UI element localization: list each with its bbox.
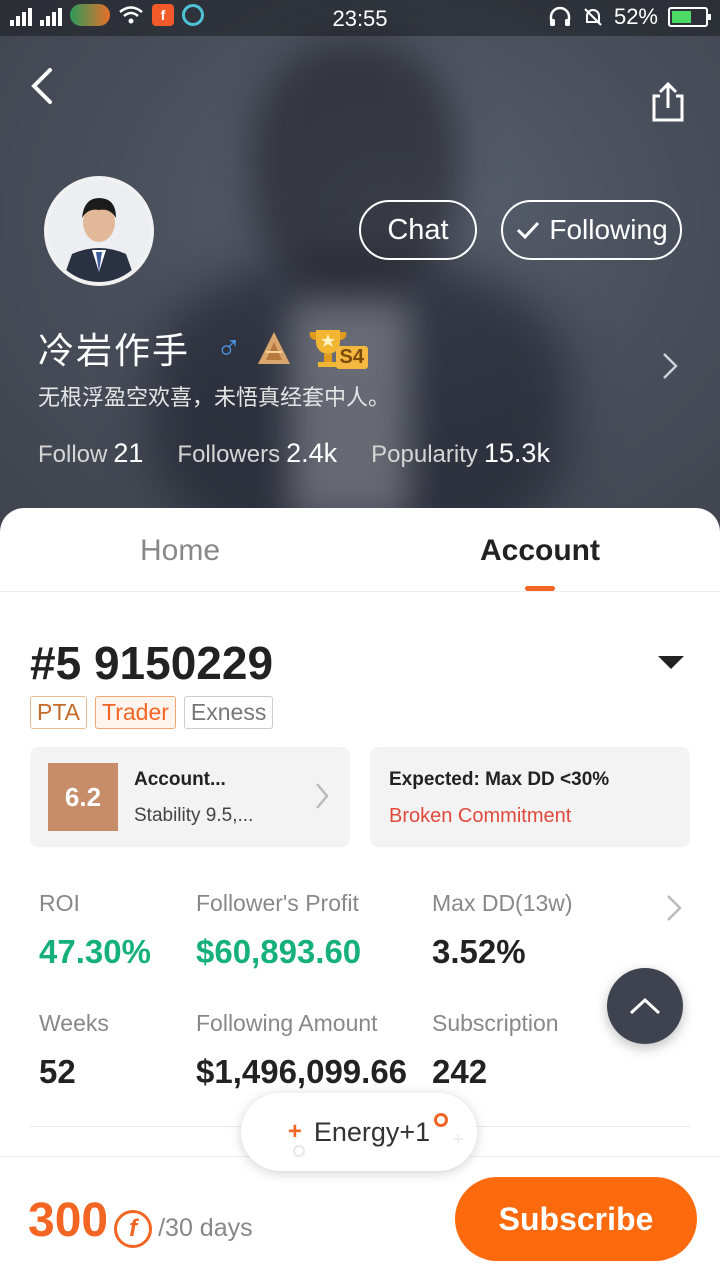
rating-title: Account... xyxy=(134,769,226,790)
chevron-up-icon xyxy=(629,997,661,1015)
profile-name: 冷岩作手 xyxy=(38,330,191,371)
metric-subscription: Subscription 242 xyxy=(432,1010,559,1090)
checkmark-icon xyxy=(517,221,540,240)
status-bar: f 23:55 52% xyxy=(0,0,720,36)
profile-name-row: 冷岩作手 ♂ S4 xyxy=(38,322,376,374)
footer-bar: 300 f /30 days Subscribe xyxy=(0,1156,720,1280)
popularity-stat[interactable]: Popularity 15.3k xyxy=(371,438,550,469)
account-tags: PTA Trader Exness xyxy=(30,696,274,729)
tag-broker: Exness xyxy=(183,696,274,729)
price-period: /30 days xyxy=(158,1214,253,1242)
tag-trader: Trader xyxy=(95,696,176,729)
expected-commitment-card: Expected: Max DD <30% Broken Commitment xyxy=(370,747,690,847)
metric-roi: ROI 47.30% xyxy=(39,890,151,970)
battery-percent: 52% xyxy=(613,4,658,29)
rank-badge-icon xyxy=(257,332,290,364)
energy-toast: + Energy+1 + xyxy=(241,1093,477,1171)
profile-stats: Follow 21 Followers 2.4k Popularity 15.3k xyxy=(38,438,550,469)
subscribe-button[interactable]: Subscribe xyxy=(455,1177,697,1261)
metric-max-dd: Max DD(13w) 3.52% xyxy=(432,890,573,970)
energy-toast-text: Energy+1 xyxy=(313,1116,431,1147)
plus-icon: + xyxy=(287,1118,302,1145)
chat-button[interactable]: Chat xyxy=(359,200,477,260)
profile-bio: 无根浮盈空欢喜，未悟真经套中人。 xyxy=(38,385,391,410)
rating-subtitle: Stability 9.5,... xyxy=(134,805,254,826)
tab-indicator xyxy=(525,586,555,591)
tab-account[interactable]: Account xyxy=(360,534,720,568)
chevron-right-icon[interactable] xyxy=(660,350,680,382)
tag-pta: PTA xyxy=(30,696,88,729)
commitment-status: Broken Commitment xyxy=(389,805,572,827)
followers-stat[interactable]: Followers 2.4k xyxy=(177,438,337,469)
tab-bar: Home Account xyxy=(0,508,720,592)
metric-following-amount: Following Amount $1,496,099.66 xyxy=(196,1010,408,1090)
trophy-icon: S4 xyxy=(306,326,376,370)
subscription-price: 300 f /30 days xyxy=(28,1193,253,1248)
metric-weeks: Weeks 52 xyxy=(39,1010,109,1090)
mute-bell-icon xyxy=(584,8,602,26)
coin-icon: f xyxy=(114,1210,153,1248)
following-button[interactable]: Following xyxy=(501,200,682,260)
account-rating-card[interactable]: 6.2 Account... Stability 9.5,... xyxy=(30,747,350,847)
expected-title: Expected: Max DD <30% xyxy=(389,769,610,790)
following-label: Following xyxy=(549,214,668,245)
scroll-to-top-button[interactable] xyxy=(607,968,683,1044)
metric-follower-profit: Follower's Profit $60,893.60 xyxy=(196,890,362,970)
caret-down-icon[interactable] xyxy=(658,656,684,669)
back-arrow-icon[interactable] xyxy=(24,62,64,110)
tab-home[interactable]: Home xyxy=(0,534,360,568)
share-icon[interactable] xyxy=(646,80,690,124)
season-badge: S4 xyxy=(335,346,368,369)
content-card: Home Account #5 9150229 PTA Trader Exnes… xyxy=(0,508,720,1280)
battery-icon xyxy=(668,7,711,27)
account-title: #5 9150229 xyxy=(30,637,274,689)
account-score: 6.2 xyxy=(48,763,118,831)
headphones-icon xyxy=(549,6,571,26)
male-gender-icon: ♂ xyxy=(216,328,242,367)
price-value: 300 xyxy=(28,1194,109,1247)
chevron-right-icon xyxy=(316,783,329,809)
follow-stat[interactable]: Follow 21 xyxy=(38,438,143,469)
avatar[interactable] xyxy=(44,176,154,286)
chevron-right-icon[interactable] xyxy=(664,892,684,924)
